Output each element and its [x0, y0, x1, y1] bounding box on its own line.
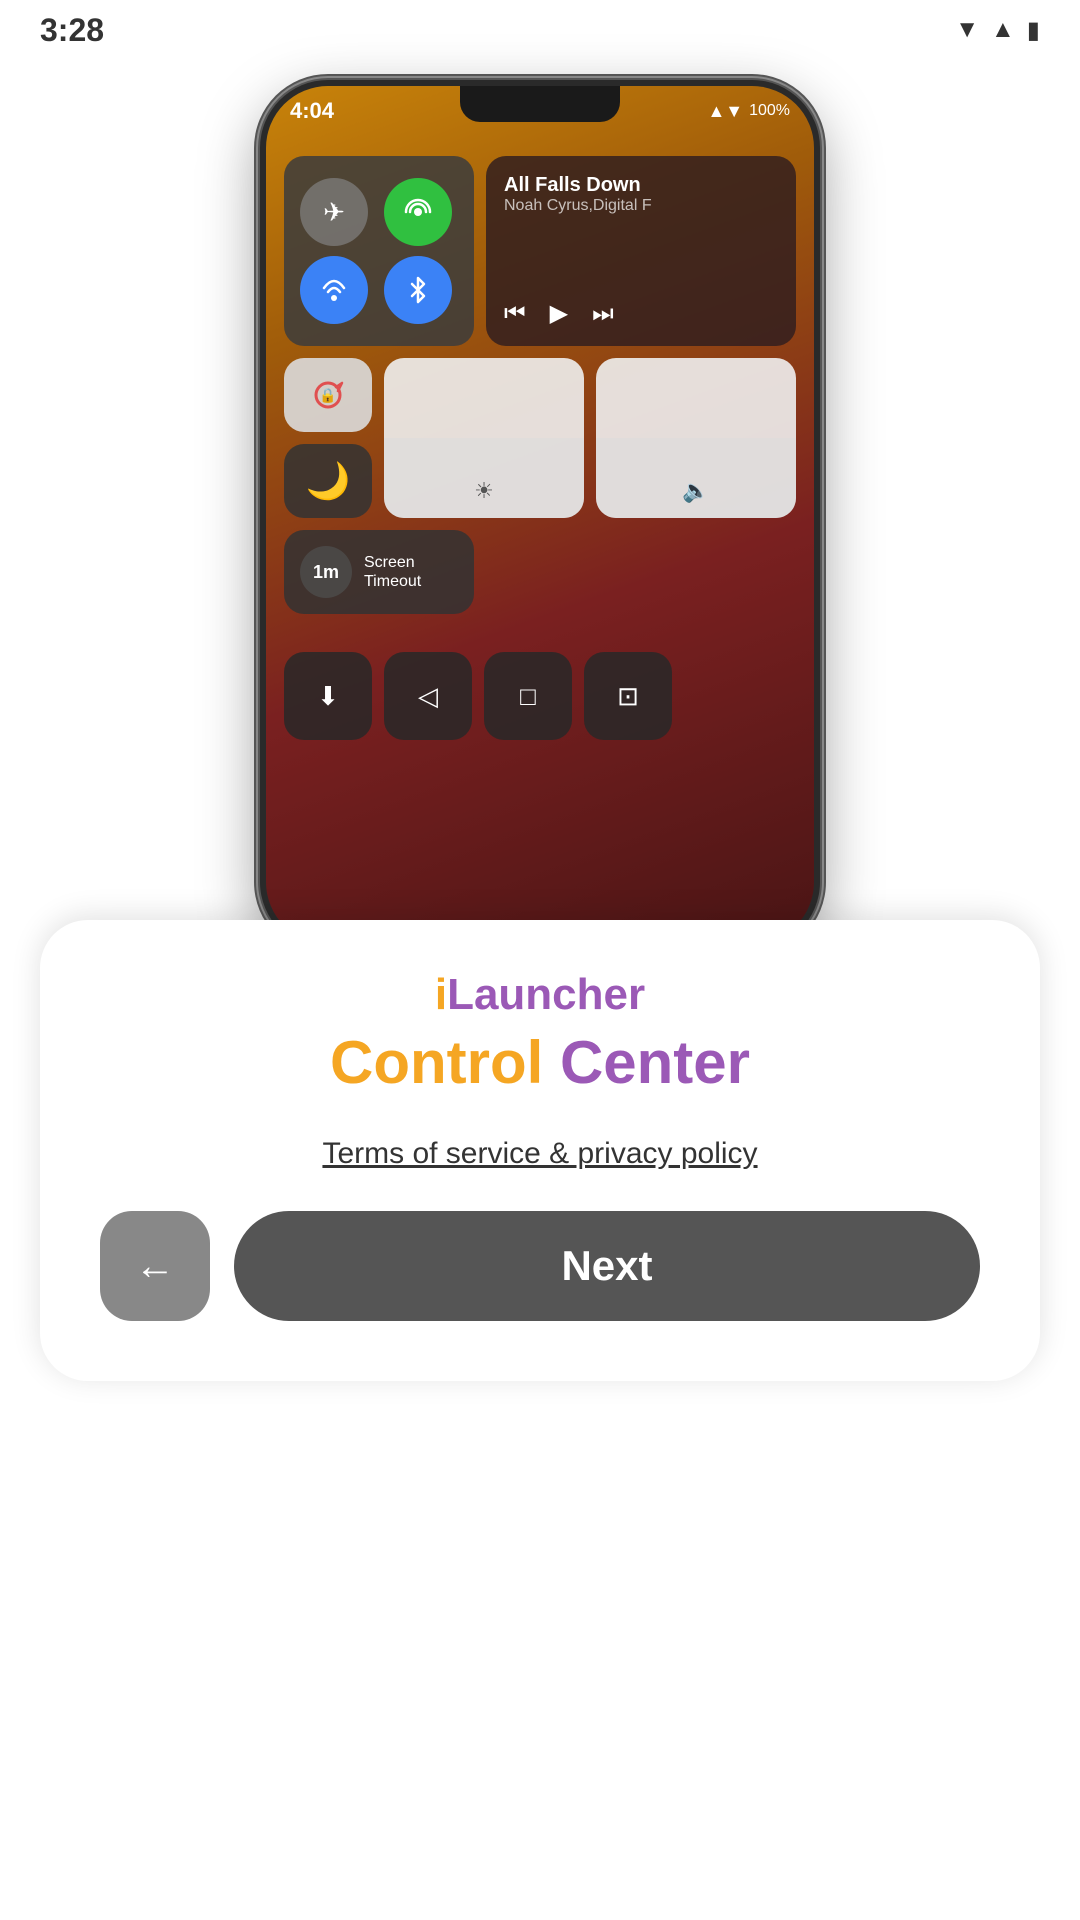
timeout-value: 1m	[300, 546, 352, 598]
cc-music-panel: All Falls Down Noah Cyrus,Digital F ⏮ ▶ …	[486, 156, 796, 346]
svg-text:🔒: 🔒	[319, 387, 336, 404]
airplane-mode-button[interactable]: ✈	[300, 178, 368, 246]
app-name: iLauncher	[330, 970, 750, 1020]
cc-extra-row: ⬇ ◁ □ ⊡	[284, 652, 796, 732]
phone-notch	[460, 86, 620, 122]
phone-screen: 4:04 ▲▼ 100% ✈	[266, 86, 814, 944]
app-branding: iLauncher Control Center	[330, 970, 750, 1097]
back-button[interactable]: ←	[100, 1211, 210, 1321]
signal-icon: ▲	[991, 16, 1015, 44]
terms-link[interactable]: Terms of service & privacy policy	[322, 1137, 757, 1171]
volume-icon: 🔈	[682, 478, 709, 504]
hotspot-button[interactable]	[384, 178, 452, 246]
phone-battery: 100%	[749, 102, 790, 120]
cc-top-row: ✈	[284, 156, 796, 346]
do-not-disturb-button[interactable]: 🌙	[284, 444, 372, 518]
cc-connectivity-panel: ✈	[284, 156, 474, 346]
wifi-button[interactable]	[300, 256, 368, 324]
battery-icon: ▮	[1027, 16, 1040, 45]
next-button[interactable]: Next	[234, 1211, 980, 1321]
cc-mid-row: 🔒 🌙 ☀ 🔈	[284, 358, 796, 518]
status-time: 3:28	[40, 12, 104, 49]
cc-extra-btn-4[interactable]: ⊡	[584, 652, 672, 740]
music-next-button[interactable]: ⏭	[592, 300, 614, 328]
music-title: All Falls Down	[504, 174, 778, 197]
phone-status-icons: ▲▼ 100%	[707, 101, 790, 122]
phone-mockup: 4:04 ▲▼ 100% ✈	[260, 80, 820, 950]
music-play-button[interactable]: ▶	[550, 299, 568, 328]
phone-frame: 4:04 ▲▼ 100% ✈	[260, 80, 820, 950]
cc-bottom-row: 1m ScreenTimeout	[284, 530, 796, 640]
app-subtitle: Control Center	[330, 1028, 750, 1097]
cc-extra-btn-1[interactable]: ⬇	[284, 652, 372, 740]
brightness-icon: ☀	[474, 478, 494, 504]
cc-extra-btn-2[interactable]: ◁	[384, 652, 472, 740]
screen-timeout-button[interactable]: 1m ScreenTimeout	[284, 530, 474, 614]
rotation-lock-button[interactable]: 🔒	[284, 358, 372, 432]
music-controls: ⏮ ▶ ⏭	[504, 299, 778, 328]
cc-extra-btn-3[interactable]: □	[484, 652, 572, 740]
action-buttons: ← Next	[100, 1211, 980, 1321]
bottom-card: iLauncher Control Center Terms of servic…	[40, 920, 1040, 1381]
volume-slider[interactable]: 🔈	[596, 358, 796, 518]
status-bar: 3:28 ▼ ▲ ▮	[0, 0, 1080, 60]
music-artist: Noah Cyrus,Digital F	[504, 197, 778, 215]
music-info: All Falls Down Noah Cyrus,Digital F	[504, 174, 778, 215]
back-arrow-icon: ←	[135, 1244, 175, 1289]
timeout-label: ScreenTimeout	[364, 553, 421, 591]
wifi-icon: ▼	[955, 16, 979, 44]
app-subtitle-center: Center	[560, 1029, 750, 1096]
phone-signal-icon: ▲▼	[707, 101, 743, 122]
status-icons: ▼ ▲ ▮	[955, 16, 1040, 45]
app-name-i: i	[435, 970, 447, 1019]
cc-sliders: ☀ 🔈	[384, 358, 796, 518]
music-prev-button[interactable]: ⏮	[504, 300, 526, 328]
app-name-launcher: Launcher	[447, 970, 645, 1019]
bluetooth-button[interactable]	[384, 256, 452, 324]
brightness-slider[interactable]: ☀	[384, 358, 584, 518]
control-center: ✈	[266, 136, 814, 944]
app-subtitle-control: Control	[330, 1029, 560, 1096]
phone-time: 4:04	[290, 98, 334, 124]
